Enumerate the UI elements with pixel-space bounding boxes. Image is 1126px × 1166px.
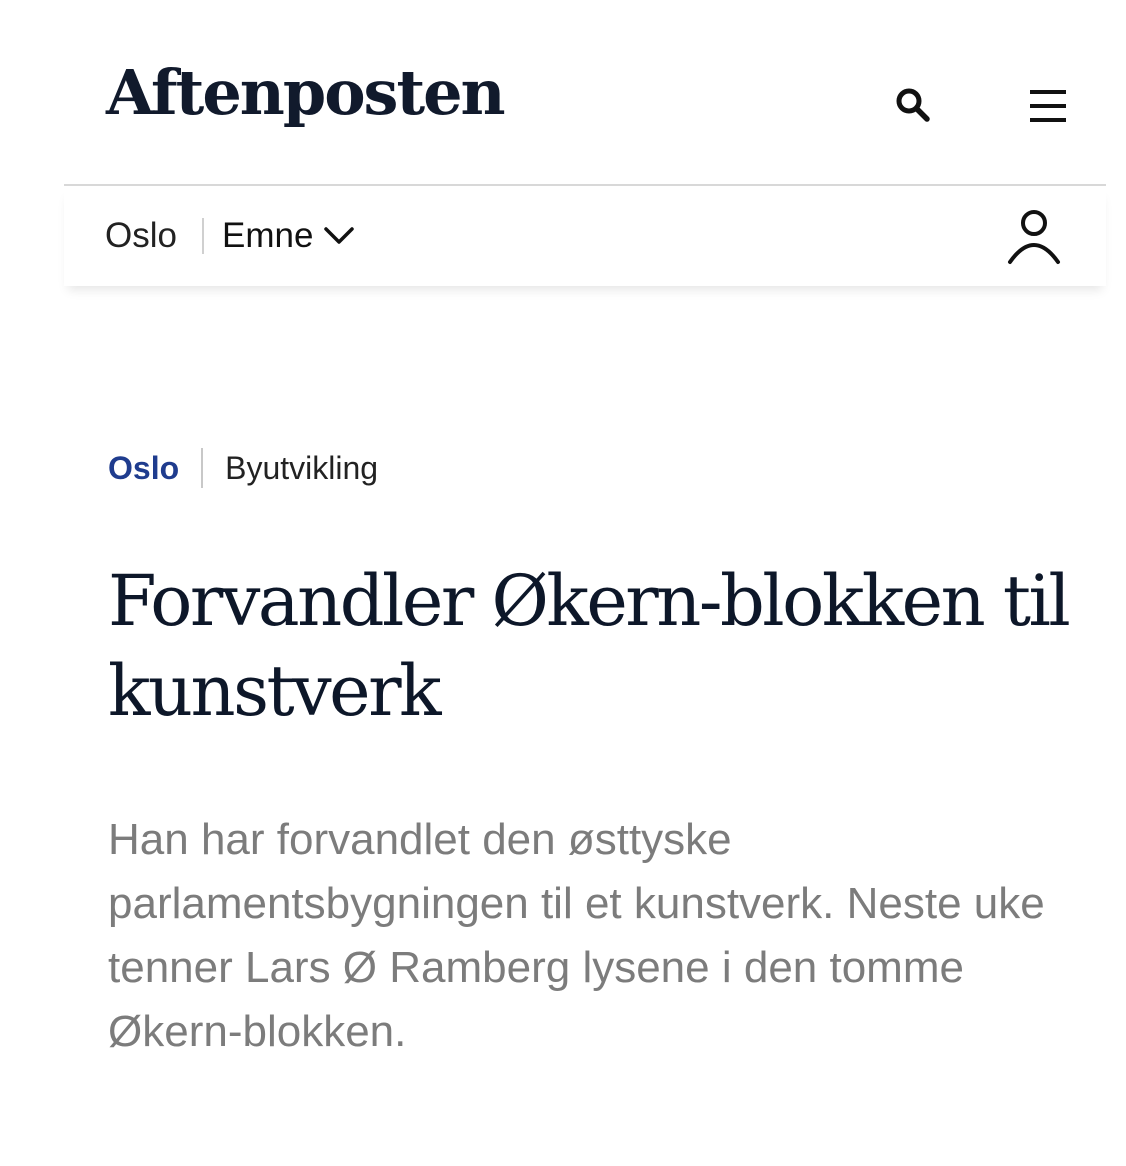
aftenposten-logo[interactable]: Aftenposten xyxy=(106,62,506,124)
subnav-divider xyxy=(202,218,204,254)
subnav-emne-dropdown[interactable]: Emne xyxy=(222,214,355,258)
search-icon xyxy=(896,88,930,122)
breadcrumb-topic-link[interactable]: Byutvikling xyxy=(225,450,378,487)
site-header: Aftenposten xyxy=(64,0,1106,186)
chevron-down-icon xyxy=(323,226,355,246)
user-icon xyxy=(1008,210,1060,264)
subnav-oslo-link[interactable]: Oslo xyxy=(105,214,177,258)
search-button[interactable] xyxy=(890,82,936,128)
sub-navigation: Oslo Emne xyxy=(64,186,1106,286)
user-account-button[interactable] xyxy=(1002,204,1066,268)
article-headline: Forvandler Økern-blokken til kunstverk xyxy=(108,560,1071,732)
subnav-emne-label: Emne xyxy=(222,216,314,255)
breadcrumb: Oslo Byutvikling xyxy=(108,446,378,490)
hamburger-menu-icon xyxy=(1030,90,1066,122)
breadcrumb-divider xyxy=(201,448,204,488)
breadcrumb-section-link[interactable]: Oslo xyxy=(108,450,179,487)
menu-button[interactable] xyxy=(1026,84,1070,128)
article-lede: Han har forvandlet den østtyske parlamen… xyxy=(108,815,1045,1056)
